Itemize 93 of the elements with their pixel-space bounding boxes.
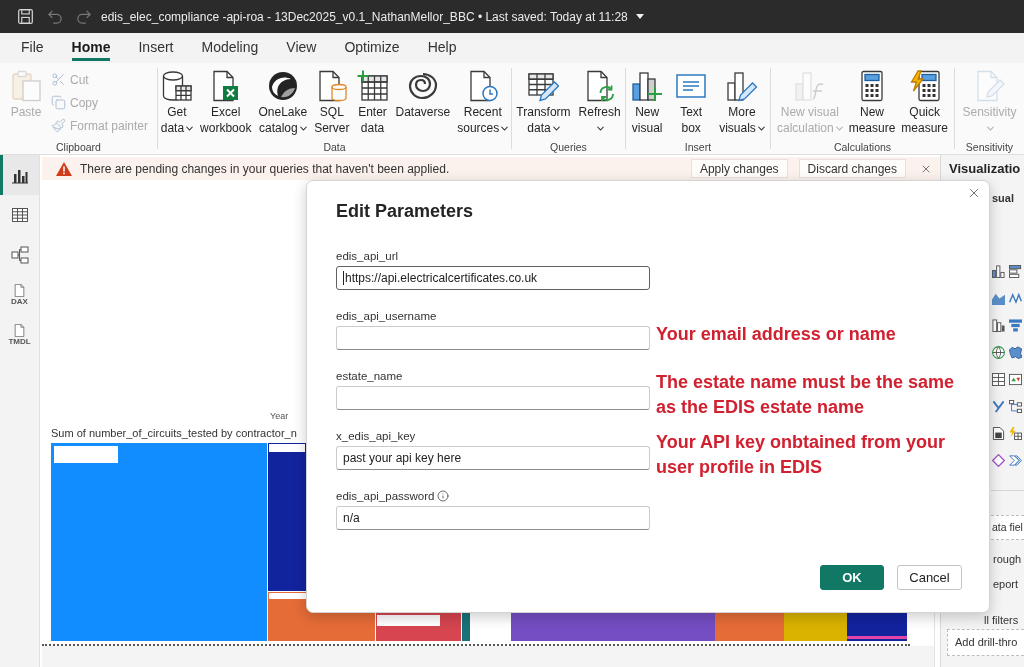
fork-icon[interactable] [992, 400, 1005, 413]
column-chart-icon[interactable] [992, 319, 1005, 332]
table-icon[interactable] [992, 373, 1005, 386]
ribbon-button[interactable]: Quick measure [900, 70, 950, 136]
chart-title: Sum of number_of_circuits_tested by contractor_n [51, 425, 297, 441]
notification-button[interactable]: Apply changes [690, 159, 788, 178]
save-icon[interactable] [18, 9, 33, 24]
menu-tab[interactable]: File [7, 33, 58, 63]
document-icon [13, 283, 26, 297]
cancel-button[interactable]: Cancel [897, 565, 962, 590]
text-cursor-icon [343, 271, 344, 285]
panel-option-label: ll filters [984, 614, 1020, 627]
group-label: Clipboard [56, 141, 101, 154]
notification-button[interactable]: Discard changes [798, 159, 906, 178]
database-table-icon [160, 70, 193, 102]
paintbrush-icon [51, 118, 66, 133]
ribbon-button[interactable]: New visual [630, 70, 665, 136]
caret-icon[interactable] [635, 14, 644, 19]
group-label: Sensitivity [965, 141, 1014, 154]
ribbon-button[interactable]: Refresh [577, 70, 622, 136]
chart-pencil-icon [726, 70, 758, 102]
menu-tab[interactable]: Help [413, 33, 471, 63]
table-icon [10, 206, 29, 224]
text-field[interactable] [336, 386, 650, 410]
page-icon[interactable] [992, 427, 1005, 440]
menu-tab[interactable]: Optimize [330, 33, 414, 63]
document-icon [13, 323, 26, 337]
menu-tab[interactable]: Insert [124, 33, 188, 63]
ribbon-button[interactable]: SQL Server [313, 70, 351, 136]
dialog-title: Edit Parameters [336, 200, 475, 223]
ribbon-button[interactable]: Excel workbook [199, 70, 253, 136]
area-chart-icon[interactable] [992, 292, 1005, 305]
column-chart-plus-icon [631, 70, 664, 102]
lightning-grid-icon[interactable] [1009, 427, 1022, 440]
globe-icon[interactable] [992, 346, 1005, 359]
table-pencil-icon [527, 70, 560, 102]
ribbon-button[interactable]: Enter data [355, 70, 390, 136]
table-plus-icon [356, 70, 389, 102]
annotation-text: Your email address or name [656, 323, 897, 346]
ribbon-button[interactable]: Dataverse [394, 70, 452, 120]
field-label: estate_name [336, 369, 403, 383]
text-field[interactable] [336, 326, 650, 350]
menu-tab[interactable]: Modeling [187, 33, 273, 63]
bar-chart-icon[interactable] [1009, 265, 1022, 278]
panel-option-label: eport [993, 578, 1020, 591]
text-field[interactable]: https://api.electricalcertificates.co.uk [336, 266, 650, 290]
map-icon[interactable] [1009, 346, 1022, 359]
close-icon[interactable] [967, 186, 981, 200]
field-label: x_edis_api_key [336, 429, 416, 443]
field-label: edis_api_url [336, 249, 398, 263]
ribbon-button[interactable]: More visuals [718, 70, 766, 136]
view-switch-button[interactable]: DAX [0, 275, 39, 315]
view-switch-button[interactable] [0, 155, 39, 195]
window-title: edis_elec_compliance -api-roa - 13Dec2025_v0.1_NathanMellor_BBC • Last saved: Today at 11:28 [101, 8, 628, 26]
clipboard-icon [10, 70, 42, 102]
axis-label: Year [270, 410, 289, 424]
scissors-icon [51, 72, 66, 87]
menu-tab[interactable]: View [272, 33, 331, 63]
group-label: Data [323, 141, 346, 154]
ribbon-button[interactable]: Get data [159, 70, 195, 136]
orb-icon [266, 70, 299, 102]
diamond-icon[interactable] [992, 454, 1005, 467]
ribbon-button[interactable]: Transform data [515, 70, 572, 136]
ribbon-button[interactable]: New measure [847, 70, 897, 136]
ribbon-button[interactable]: Text box [674, 70, 709, 136]
group-label: Insert [684, 141, 712, 154]
ribbon-button[interactable]: Recent sources [456, 70, 510, 136]
redo-icon[interactable] [77, 9, 91, 24]
spiral-icon [406, 70, 439, 102]
model-diagram-icon [10, 246, 29, 264]
tree-diagram-icon[interactable] [1009, 400, 1022, 413]
double-chevron-icon[interactable] [1009, 454, 1022, 467]
field-label: edis_api_username [336, 309, 437, 323]
panel-title: Visualizatio [949, 160, 1022, 178]
kpi-icon[interactable] [1009, 373, 1022, 386]
column-chart-icon[interactable] [992, 265, 1005, 278]
notification-message: There are pending changes in your queries that haven't been applied. [80, 160, 450, 178]
ribbon-button[interactable]: OneLake catalog [257, 70, 309, 136]
drill-through-well[interactable]: Add drill-thro [947, 629, 1024, 656]
panel-tab[interactable]: sual [992, 192, 1024, 205]
group-label: Calculations [833, 141, 892, 154]
annotation-text: The estate name must be the same as the EDIS estate name [656, 370, 956, 419]
group-label: Queries [550, 141, 587, 154]
chart-formula-icon [793, 70, 826, 102]
field-well[interactable]: ata fiel [991, 515, 1024, 540]
panel-option-label: rough [993, 553, 1023, 566]
line-chart-icon[interactable] [1009, 292, 1022, 305]
calculator-lightning-icon [908, 70, 941, 102]
warning-icon [56, 161, 72, 176]
view-switch-button[interactable]: TMDL [0, 315, 39, 355]
funnel-icon[interactable] [1009, 319, 1022, 332]
undo-icon[interactable] [48, 9, 62, 24]
copy-icon [51, 95, 66, 110]
